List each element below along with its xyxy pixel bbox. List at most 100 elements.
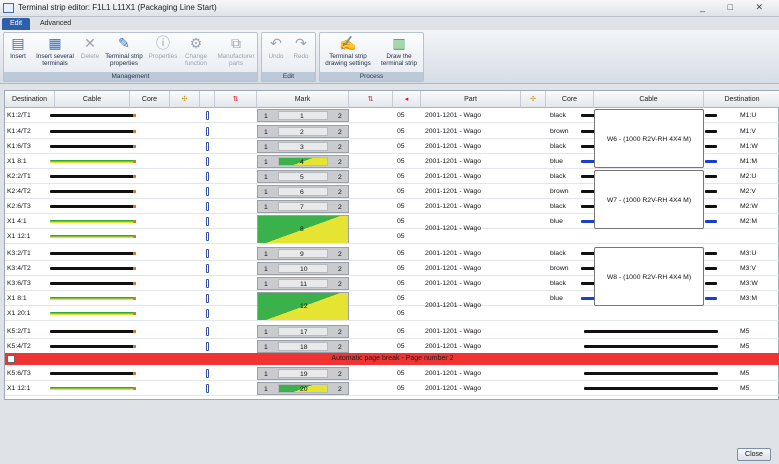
header-destination-right[interactable]: Destination xyxy=(704,91,779,108)
table-row[interactable]: X1 20:1 05 xyxy=(5,306,779,321)
ribbon: ▤ Insert ▦ Insert several terminals ✕ Delet… xyxy=(0,30,779,84)
redo-button[interactable]: ↷ Redo xyxy=(290,36,312,61)
header-destination[interactable]: Destination xyxy=(5,91,55,108)
tab-edit[interactable]: Edit xyxy=(2,18,31,30)
row-page: 05 xyxy=(397,370,405,377)
delete-button[interactable]: ✕ Delete xyxy=(79,36,101,61)
insert-button[interactable]: ▤ Insert xyxy=(7,35,29,61)
table-row[interactable]: X1 12:1 05 xyxy=(5,229,779,244)
draw-strip-icon: ▥ xyxy=(392,35,406,51)
header-jumper-icon[interactable]: ✣ xyxy=(170,91,200,108)
mark-cell[interactable]: 1 3 2 xyxy=(257,140,349,153)
mark-cell[interactable]: 1 2 2 xyxy=(257,125,349,138)
header-mark[interactable]: Mark xyxy=(257,91,349,108)
cable-box[interactable]: W8 - (1000 R2V-RH 4X4 M) xyxy=(594,247,704,306)
mark-cell[interactable]: 1 9 2 xyxy=(257,247,349,260)
insert-icon: ▤ xyxy=(11,35,25,51)
mark-left: 1 xyxy=(264,329,268,336)
cable-label: W7 - (1000 R2V-RH 4X4 M) xyxy=(606,197,692,204)
row-destination-right: M3:V xyxy=(740,265,756,272)
tab-advanced[interactable]: Advanced xyxy=(32,18,79,30)
mark-cell[interactable]: 1 19 2 xyxy=(257,367,349,380)
mark-cell[interactable]: 1 11 2 xyxy=(257,277,349,290)
mark-cell[interactable]: 1 18 2 xyxy=(257,340,349,353)
header-bridge-icon[interactable]: ◂ xyxy=(393,91,421,108)
mark-cell[interactable]: 1 6 2 xyxy=(257,185,349,198)
row-part: 2001-1201 - Wago xyxy=(425,128,482,135)
row-part: 2001-1201 - Wago xyxy=(425,343,482,350)
close-button[interactable]: Close xyxy=(737,448,771,461)
table-row[interactable]: X1 12:1 05 1 20 2 2001-1201 - Wago M5 xyxy=(5,381,779,396)
mark-left: 1 xyxy=(264,174,268,181)
row-destination: K5:6/T3 xyxy=(7,370,31,377)
mark-value: 9 xyxy=(300,251,304,258)
header-cable[interactable]: Cable xyxy=(55,91,130,108)
mark-right: 2 xyxy=(338,204,342,211)
terminal-icon xyxy=(206,384,209,393)
header-terminal[interactable] xyxy=(200,91,215,108)
mark-cell[interactable]: 1 5 2 xyxy=(257,170,349,183)
group-management: ▤ Insert ▦ Insert several terminals ✕ Delet… xyxy=(3,32,258,82)
terminal-icon xyxy=(206,249,209,258)
change-function-button[interactable]: ⚙ Change function xyxy=(180,36,212,68)
manufacturer-parts-button[interactable]: ⧉ Manufacturer parts xyxy=(214,36,258,68)
row-part: 2001-1201 - Wago xyxy=(425,173,482,180)
mark-value: 1 xyxy=(300,113,304,120)
row-page: 05 xyxy=(397,385,405,392)
row-page: 05 xyxy=(397,233,405,240)
wire xyxy=(50,267,134,270)
wire xyxy=(705,130,717,133)
header-core[interactable]: Core xyxy=(130,91,170,108)
table-row[interactable]: K5:6/T3 05 1 19 2 2001-1201 - Wago M5 xyxy=(5,366,779,381)
strip-properties-icon: ✎ xyxy=(118,35,130,51)
wire xyxy=(50,220,134,223)
cable-box[interactable]: W6 - (1000 R2V-RH 4X4 M) xyxy=(594,109,704,168)
mark-value: 2 xyxy=(300,129,304,136)
mark-cell[interactable]: 1 17 2 xyxy=(257,325,349,338)
mark-cell[interactable]: 1 20 2 xyxy=(257,382,349,395)
header-sort2-icon[interactable]: ⇅ xyxy=(349,91,393,108)
wire xyxy=(705,160,717,163)
mark-cell[interactable]: 1 1 2 xyxy=(257,109,349,122)
window-controls[interactable]: _ □ ✕ xyxy=(700,2,773,13)
row-page: 05 xyxy=(397,143,405,150)
header-jumper2-icon[interactable]: ✣ xyxy=(521,91,546,108)
wire xyxy=(50,190,134,193)
wire xyxy=(581,267,595,270)
undo-button[interactable]: ↶ Undo xyxy=(265,36,287,61)
insert-several-button[interactable]: ▦ Insert several terminals xyxy=(34,36,76,68)
wire xyxy=(705,114,717,117)
header-core-right[interactable]: Core xyxy=(546,91,594,108)
row-part: 2001-1201 - Wago xyxy=(425,328,482,335)
row-destination-right: M2:U xyxy=(740,173,757,180)
header-part[interactable]: Part xyxy=(421,91,521,108)
row-destination-right: M3:W xyxy=(740,280,758,287)
row-destination-right: M2:V xyxy=(740,188,756,195)
terminal-grid[interactable]: Destination Cable Core ✣ ⇅ Mark ⇅ ◂ Part… xyxy=(4,90,779,400)
wire-end xyxy=(133,130,136,133)
wire xyxy=(50,345,134,348)
mark-right: 2 xyxy=(338,371,342,378)
table-row[interactable]: K5:4/T2 05 1 18 2 2001-1201 - Wago M5 xyxy=(5,339,779,354)
row-destination-right: M5 xyxy=(740,343,750,350)
row-destination-right: M5 xyxy=(740,370,750,377)
wire-end xyxy=(133,312,136,315)
terminal-icon xyxy=(206,327,209,336)
mark-cell[interactable]: 1 10 2 xyxy=(257,262,349,275)
header-cable-right[interactable]: Cable xyxy=(594,91,704,108)
table-row[interactable]: K5:2/T1 05 1 17 2 2001-1201 - Wago M5 xyxy=(5,324,779,339)
row-destination-right: M2:M xyxy=(740,218,757,225)
wire-end xyxy=(133,160,136,163)
drawing-settings-button[interactable]: ✍ Terminal strip drawing settings xyxy=(322,36,374,68)
mark-cell[interactable]: 1 7 2 xyxy=(257,200,349,213)
mark-cell[interactable]: 1 4 2 xyxy=(257,155,349,168)
row-destination: K1:4/T2 xyxy=(7,128,31,135)
header-sort-icon[interactable]: ⇅ xyxy=(215,91,257,108)
properties-button[interactable]: ⓘ Properties xyxy=(148,36,178,61)
row-part: 2001-1201 - Wago xyxy=(425,280,482,287)
draw-strip-button[interactable]: ▥ Draw the terminal strip xyxy=(376,35,422,68)
strip-properties-button[interactable]: ✎ Terminal strip properties xyxy=(102,35,146,68)
mark-left: 1 xyxy=(264,129,268,136)
row-page: 05 xyxy=(397,343,405,350)
cable-box[interactable]: W7 - (1000 R2V-RH 4X4 M) xyxy=(594,170,704,229)
